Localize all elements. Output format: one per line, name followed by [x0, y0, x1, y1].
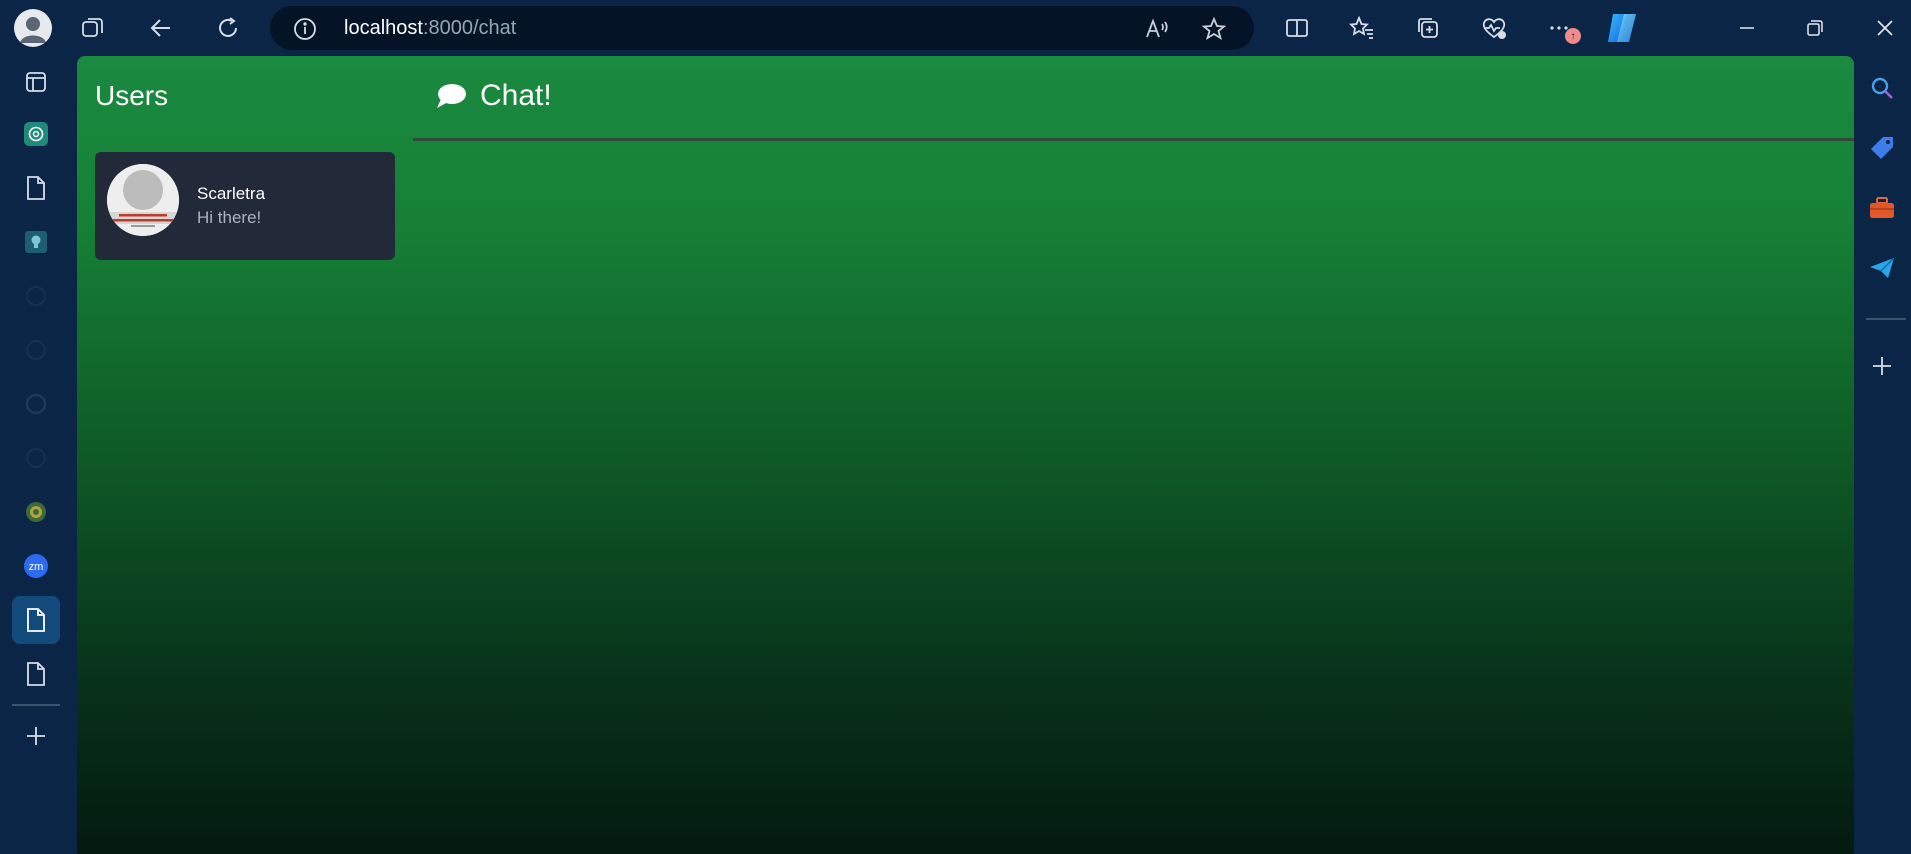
shopping-tag-icon[interactable] — [1864, 130, 1900, 166]
lightbulb-icon[interactable] — [12, 218, 60, 266]
users-title: Users — [95, 80, 169, 111]
chat-bubble-icon — [435, 82, 467, 110]
browser-vertical-sidebar: zm — [0, 56, 77, 854]
vertical-tabs-icon[interactable] — [12, 58, 60, 106]
tools-briefcase-icon[interactable] — [1864, 190, 1900, 226]
user-name: Scarletra — [197, 184, 266, 203]
github-icon[interactable] — [12, 272, 60, 320]
refresh-icon[interactable] — [210, 10, 246, 46]
active-document-icon[interactable] — [12, 596, 60, 644]
document-icon[interactable] — [12, 164, 60, 212]
favorite-star-icon[interactable] — [1199, 14, 1229, 44]
url-text[interactable]: localhost:8000/chat — [344, 17, 516, 39]
zoom-label: zm — [29, 561, 44, 573]
close-icon[interactable] — [1869, 12, 1901, 44]
send-icon[interactable] — [1864, 250, 1900, 286]
address-bar[interactable]: localhost:8000/chat — [270, 6, 1254, 50]
user-last-message: Hi there! — [197, 208, 262, 227]
restore-icon[interactable] — [1799, 12, 1831, 44]
url-path: :8000/chat — [422, 17, 517, 39]
emblem-icon[interactable] — [12, 488, 60, 536]
sidebar-divider — [1866, 318, 1906, 320]
chatgpt-icon[interactable] — [12, 110, 60, 158]
browser-essentials-icon[interactable] — [1476, 10, 1512, 46]
update-badge: ↑ — [1565, 28, 1581, 44]
document-icon[interactable] — [12, 650, 60, 698]
chat-title: Chat! — [480, 79, 552, 112]
copilot-icon[interactable] — [1604, 10, 1640, 46]
favorites-icon[interactable] — [1344, 10, 1380, 46]
workspaces-icon[interactable] — [75, 10, 111, 46]
url-host: localhost — [344, 17, 423, 39]
browser-toolbar: localhost:8000/chat ↑ — [0, 0, 1911, 56]
github-icon[interactable] — [12, 380, 60, 428]
edge-sidebar — [1854, 56, 1911, 854]
user-avatar — [107, 164, 179, 236]
split-screen-icon[interactable] — [1279, 10, 1315, 46]
github-icon[interactable] — [12, 434, 60, 482]
users-panel: Users Scarletra Hi there! — [77, 56, 413, 854]
chat-page: Users Scarletra Hi there! Chat! — [77, 56, 1854, 854]
user-card[interactable]: Scarletra Hi there! — [95, 152, 395, 260]
chat-header: Chat! — [413, 56, 1854, 140]
add-icon[interactable] — [12, 712, 60, 760]
profile-avatar-icon[interactable] — [14, 9, 52, 47]
chat-messages-area — [413, 141, 1854, 854]
collections-icon[interactable] — [1410, 10, 1446, 46]
zoom-icon[interactable]: zm — [12, 542, 60, 590]
github-icon[interactable] — [12, 326, 60, 374]
back-arrow-icon[interactable] — [143, 10, 179, 46]
site-info-icon[interactable] — [292, 16, 318, 42]
add-icon[interactable] — [1864, 348, 1900, 384]
sidebar-divider — [12, 704, 60, 706]
read-aloud-icon[interactable] — [1142, 14, 1172, 44]
search-icon[interactable] — [1864, 70, 1900, 106]
minimize-icon[interactable] — [1731, 12, 1763, 44]
